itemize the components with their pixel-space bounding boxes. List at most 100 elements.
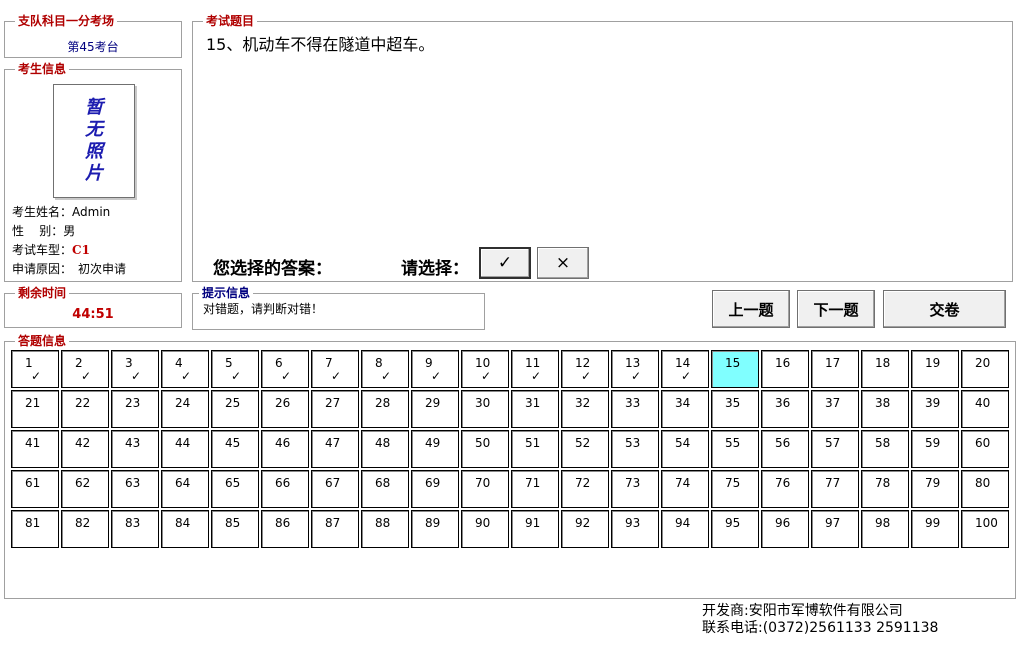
question-cell[interactable]: 27: [311, 390, 359, 428]
question-cell[interactable]: 89: [411, 510, 459, 548]
question-cell[interactable]: 70: [461, 470, 509, 508]
question-cell[interactable]: 14 ✓: [661, 350, 709, 388]
question-cell[interactable]: 98: [861, 510, 909, 548]
question-cell[interactable]: 74: [661, 470, 709, 508]
question-cell[interactable]: 35: [711, 390, 759, 428]
question-cell[interactable]: 52: [561, 430, 609, 468]
question-cell[interactable]: 73: [611, 470, 659, 508]
question-cell[interactable]: 88: [361, 510, 409, 548]
question-cell[interactable]: 15: [711, 350, 759, 388]
question-cell[interactable]: 57: [811, 430, 859, 468]
question-cell[interactable]: 83: [111, 510, 159, 548]
question-cell[interactable]: 3 ✓: [111, 350, 159, 388]
question-cell[interactable]: 12 ✓: [561, 350, 609, 388]
question-cell[interactable]: 87: [311, 510, 359, 548]
question-cell[interactable]: 60: [961, 430, 1009, 468]
question-cell[interactable]: 90: [461, 510, 509, 548]
question-cell[interactable]: 36: [761, 390, 809, 428]
question-cell[interactable]: 19: [911, 350, 959, 388]
question-cell[interactable]: 38: [861, 390, 909, 428]
question-cell[interactable]: 13 ✓: [611, 350, 659, 388]
question-cell[interactable]: 9 ✓: [411, 350, 459, 388]
question-cell[interactable]: 58: [861, 430, 909, 468]
question-cell[interactable]: 56: [761, 430, 809, 468]
question-cell[interactable]: 32: [561, 390, 609, 428]
question-cell[interactable]: 86: [261, 510, 309, 548]
question-cell[interactable]: 24: [161, 390, 209, 428]
question-cell[interactable]: 28: [361, 390, 409, 428]
question-cell[interactable]: 33: [611, 390, 659, 428]
question-cell[interactable]: 79: [911, 470, 959, 508]
question-cell[interactable]: 18: [861, 350, 909, 388]
question-cell[interactable]: 46: [261, 430, 309, 468]
question-cell[interactable]: 55: [711, 430, 759, 468]
question-cell[interactable]: 66: [261, 470, 309, 508]
question-cell[interactable]: 75: [711, 470, 759, 508]
question-cell[interactable]: 78: [861, 470, 909, 508]
question-cell[interactable]: 2 ✓: [61, 350, 109, 388]
question-cell[interactable]: 67: [311, 470, 359, 508]
question-cell[interactable]: 100: [961, 510, 1009, 548]
question-cell[interactable]: 16: [761, 350, 809, 388]
question-cell[interactable]: 65: [211, 470, 259, 508]
next-question-button[interactable]: 下一题: [797, 290, 875, 328]
question-cell[interactable]: 6 ✓: [261, 350, 309, 388]
question-cell[interactable]: 23: [111, 390, 159, 428]
question-cell[interactable]: 26: [261, 390, 309, 428]
question-cell[interactable]: 29: [411, 390, 459, 428]
question-cell[interactable]: 30: [461, 390, 509, 428]
question-cell[interactable]: 21: [11, 390, 59, 428]
question-cell[interactable]: 62: [61, 470, 109, 508]
question-cell[interactable]: 25: [211, 390, 259, 428]
question-cell[interactable]: 5 ✓: [211, 350, 259, 388]
question-cell[interactable]: 44: [161, 430, 209, 468]
question-cell[interactable]: 7 ✓: [311, 350, 359, 388]
question-cell[interactable]: 4 ✓: [161, 350, 209, 388]
question-cell[interactable]: 95: [711, 510, 759, 548]
question-cell[interactable]: 80: [961, 470, 1009, 508]
question-cell[interactable]: 59: [911, 430, 959, 468]
question-cell[interactable]: 48: [361, 430, 409, 468]
question-cell[interactable]: 64: [161, 470, 209, 508]
question-cell[interactable]: 53: [611, 430, 659, 468]
question-cell[interactable]: 77: [811, 470, 859, 508]
question-cell[interactable]: 99: [911, 510, 959, 548]
question-cell[interactable]: 50: [461, 430, 509, 468]
question-cell[interactable]: 10 ✓: [461, 350, 509, 388]
question-cell[interactable]: 69: [411, 470, 459, 508]
question-cell[interactable]: 92: [561, 510, 609, 548]
question-cell[interactable]: 17: [811, 350, 859, 388]
question-cell[interactable]: 1 ✓: [11, 350, 59, 388]
question-cell[interactable]: 51: [511, 430, 559, 468]
question-cell[interactable]: 43: [111, 430, 159, 468]
question-cell[interactable]: 49: [411, 430, 459, 468]
question-cell[interactable]: 93: [611, 510, 659, 548]
question-cell[interactable]: 40: [961, 390, 1009, 428]
question-cell[interactable]: 76: [761, 470, 809, 508]
question-cell[interactable]: 42: [61, 430, 109, 468]
question-cell[interactable]: 45: [211, 430, 259, 468]
question-cell[interactable]: 84: [161, 510, 209, 548]
prev-question-button[interactable]: 上一题: [712, 290, 790, 328]
question-cell[interactable]: 37: [811, 390, 859, 428]
question-cell[interactable]: 85: [211, 510, 259, 548]
question-cell[interactable]: 34: [661, 390, 709, 428]
question-cell[interactable]: 11 ✓: [511, 350, 559, 388]
question-cell[interactable]: 63: [111, 470, 159, 508]
question-cell[interactable]: 8 ✓: [361, 350, 409, 388]
question-cell[interactable]: 82: [61, 510, 109, 548]
question-cell[interactable]: 20: [961, 350, 1009, 388]
question-cell[interactable]: 68: [361, 470, 409, 508]
submit-button[interactable]: 交卷: [883, 290, 1006, 328]
question-cell[interactable]: 81: [11, 510, 59, 548]
question-cell[interactable]: 71: [511, 470, 559, 508]
false-button[interactable]: ×: [537, 247, 589, 279]
question-cell[interactable]: 41: [11, 430, 59, 468]
question-cell[interactable]: 31: [511, 390, 559, 428]
question-cell[interactable]: 47: [311, 430, 359, 468]
question-cell[interactable]: 72: [561, 470, 609, 508]
question-cell[interactable]: 61: [11, 470, 59, 508]
true-button[interactable]: ✓: [479, 247, 531, 279]
question-cell[interactable]: 54: [661, 430, 709, 468]
question-cell[interactable]: 22: [61, 390, 109, 428]
